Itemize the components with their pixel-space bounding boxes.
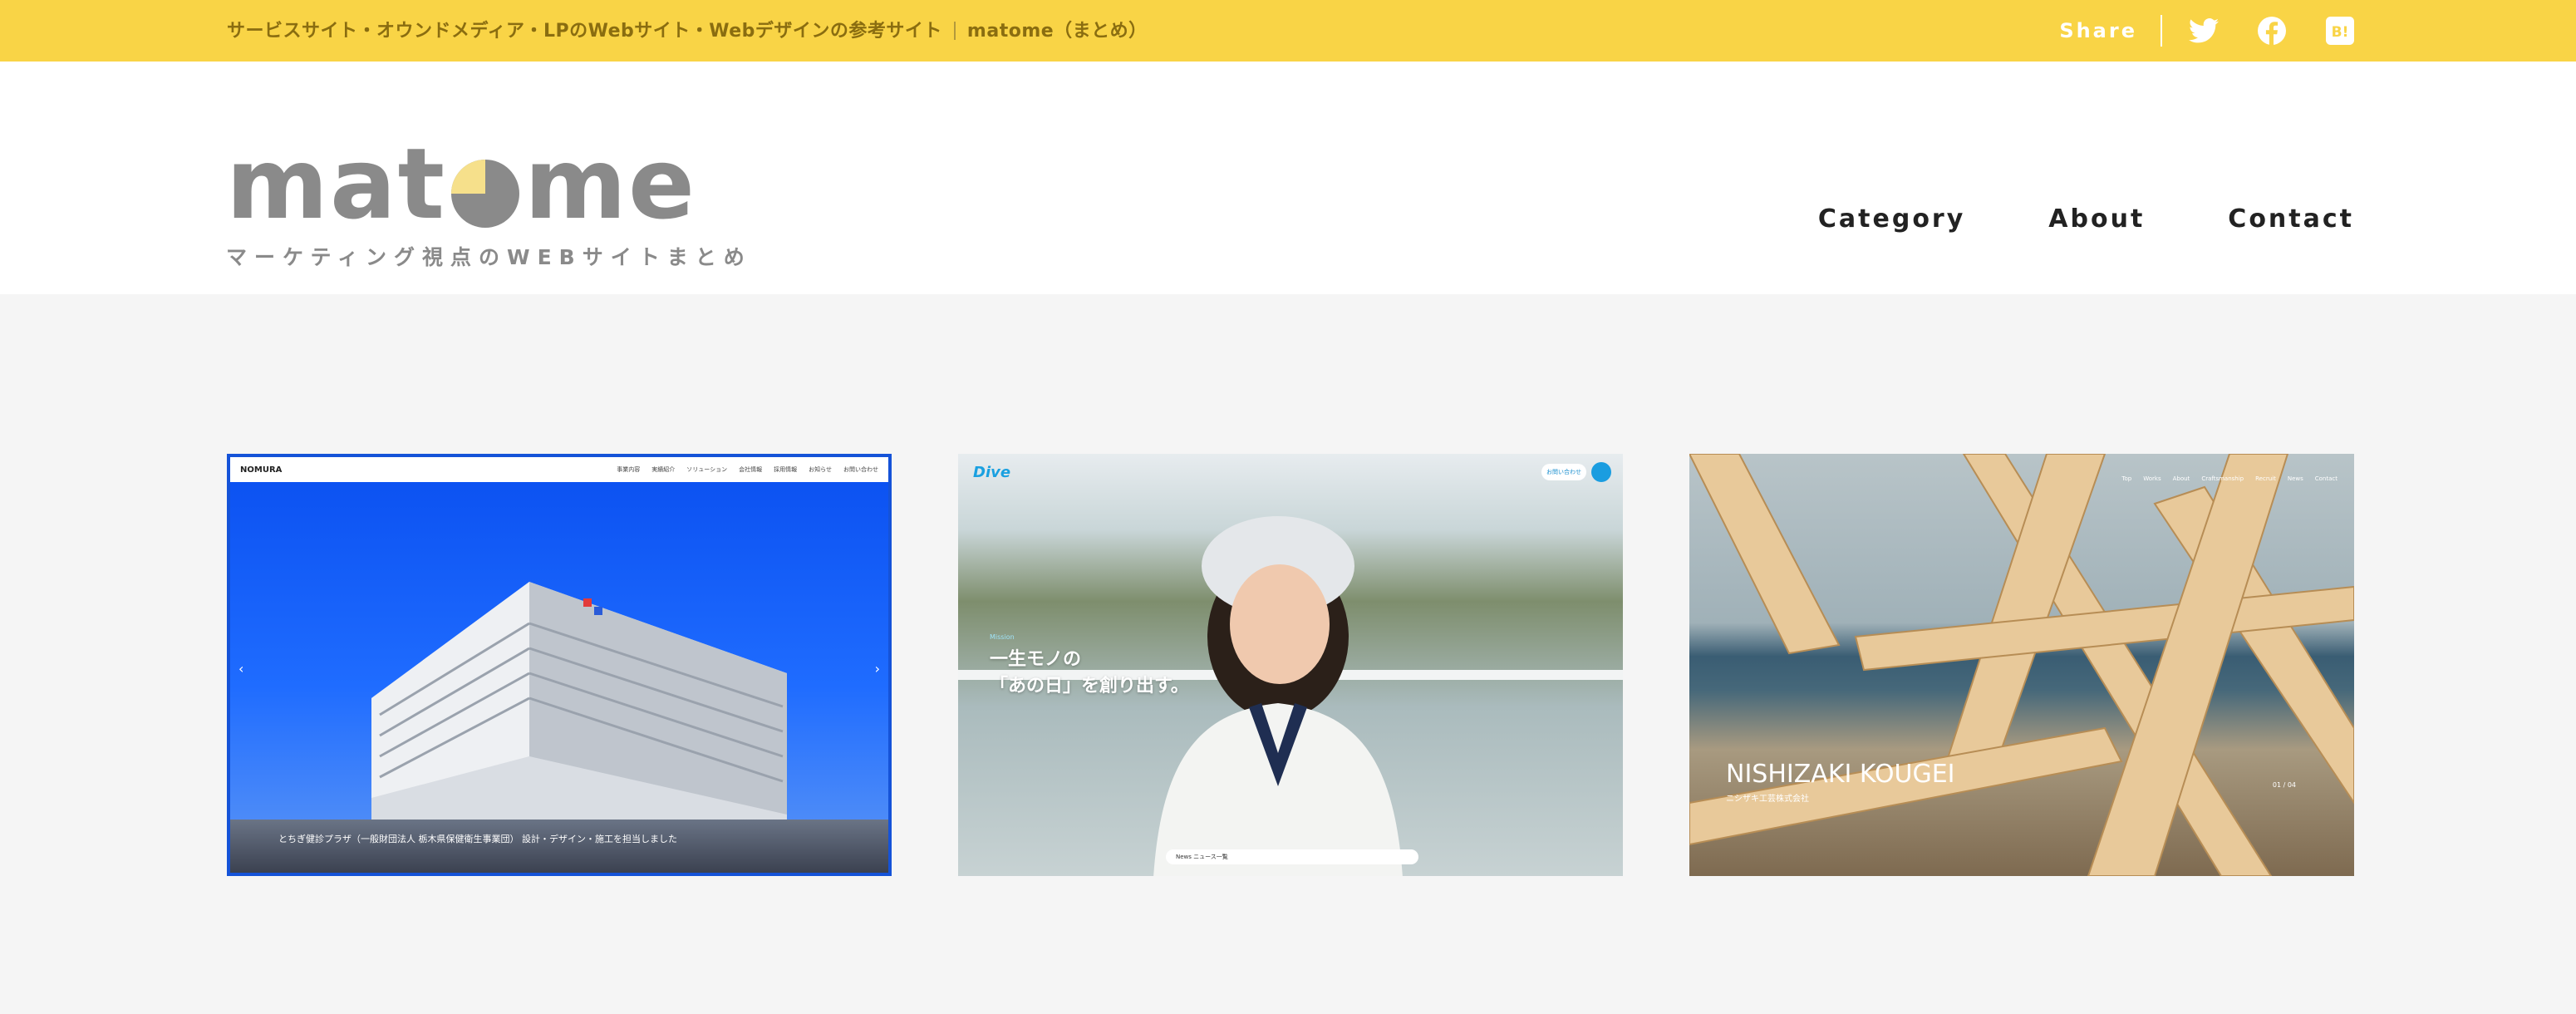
main-nav: Category About Contact xyxy=(1818,204,2354,234)
building-image xyxy=(371,582,787,823)
svg-text:B!: B! xyxy=(2332,24,2349,41)
tagline-text: サービスサイト・オウンドメディア・LPのWebサイト・Webデザインの参考サイト xyxy=(227,21,942,42)
card-tag: Mission xyxy=(990,633,1015,641)
card-caption: とちぎ健診プラザ（一般財団法人 栃木県保健衛生事業団） 設計・デザイン・施工を担… xyxy=(278,833,677,844)
site-name: matome（まとめ） xyxy=(966,21,1148,42)
card-prev-arrow: ‹ xyxy=(238,661,244,677)
card-contact-pill: お問い合わせ xyxy=(1541,464,1586,480)
card-preview-menu: Top Works About Craftsmanship Recruit Ne… xyxy=(2121,475,2338,482)
logo-tagline: マーケティング視点のWEBサイトまとめ xyxy=(226,245,752,269)
share-label: Share xyxy=(2059,19,2137,42)
site-header: mat me マーケティング視点のWEBサイトまとめ Category About… xyxy=(0,62,2576,294)
share-area: Share B! xyxy=(2059,0,2355,62)
card-headline: 一生モノの 「あの日」を創り出す。 xyxy=(990,647,1189,700)
card-brand: NOMURA xyxy=(240,465,283,475)
headline-line-2: 「あの日」を創り出す。 xyxy=(990,675,1189,697)
card-preview-header: NOMURA 事業内容 実績紹介 ソリューション 会社情報 採用情報 お知らせ … xyxy=(230,457,888,482)
nav-category[interactable]: Category xyxy=(1818,204,1965,234)
site-card-nomura[interactable]: NOMURA 事業内容 実績紹介 ソリューション 会社情報 採用情報 お知らせ … xyxy=(227,454,892,876)
site-logo[interactable]: mat me マーケティング視点のWEBサイトまとめ xyxy=(226,135,752,271)
card-subtitle: ニシザキ工芸株式会社 xyxy=(1726,795,1809,804)
card-menu-item: Works xyxy=(2143,475,2161,482)
wood-sculpture-image xyxy=(1689,454,2354,876)
card-brand: Dive xyxy=(973,464,1011,481)
facebook-icon[interactable] xyxy=(2257,16,2287,46)
card-menu-item: 実績紹介 xyxy=(651,466,676,473)
card-menu-item: 採用情報 xyxy=(774,466,798,473)
site-card-grid: NOMURA 事業内容 実績紹介 ソリューション 会社情報 採用情報 お知らせ … xyxy=(227,454,2354,876)
card-menu-item: Top xyxy=(2121,475,2132,482)
nav-contact[interactable]: Contact xyxy=(2228,204,2354,234)
hatena-bookmark-icon[interactable]: B! xyxy=(2325,16,2355,46)
top-bar: サービスサイト・オウンドメディア・LPのWebサイト・Webデザインの参考サイト… xyxy=(0,0,2576,62)
logo-word-left: mat xyxy=(226,126,446,241)
share-divider xyxy=(2161,15,2162,47)
card-menu-item: ソリューション xyxy=(686,466,728,473)
nav-about[interactable]: About xyxy=(2048,204,2145,234)
site-tagline: サービスサイト・オウンドメディア・LPのWebサイト・Webデザインの参考サイト… xyxy=(227,16,1148,42)
logo-wordmark: mat me xyxy=(226,135,752,233)
twitter-icon[interactable] xyxy=(2189,16,2219,46)
card-menu-dot xyxy=(1591,462,1611,482)
ground-image xyxy=(230,820,888,873)
card-menu-item: 事業内容 xyxy=(617,466,641,473)
card-menu-item: お問い合わせ xyxy=(843,466,878,473)
card-menu-item: 会社情報 xyxy=(739,466,763,473)
card-menu-item: お知らせ xyxy=(809,466,832,473)
card-menu-item: News xyxy=(2287,475,2303,482)
divider xyxy=(953,22,956,40)
card-news-bar: News ニュース一覧 xyxy=(1166,849,1418,864)
site-card-nishizaki[interactable]: Top Works About Craftsmanship Recruit Ne… xyxy=(1689,454,2354,876)
card-title: NISHIZAKI KOUGEI xyxy=(1726,760,1955,789)
card-slide-counter: 01 / 04 xyxy=(2272,781,2296,789)
site-card-dive[interactable]: Dive お問い合わせ Mission 一生モノの 「あの日」を創り出す。 Ne… xyxy=(958,454,1623,876)
logo-o-mark xyxy=(451,160,519,228)
card-preview-menu: 事業内容 実績紹介 ソリューション 会社情報 採用情報 お知らせ お問い合わせ xyxy=(617,465,878,474)
logo-word-right: me xyxy=(524,126,696,241)
headline-line-1: 一生モノの xyxy=(990,649,1082,670)
card-menu-item: Recruit xyxy=(2255,475,2276,482)
card-menu-item: Craftsmanship xyxy=(2201,475,2244,482)
card-next-arrow: › xyxy=(874,661,880,677)
card-menu-item: Contact xyxy=(2314,475,2338,482)
card-menu-item: About xyxy=(2172,475,2190,482)
